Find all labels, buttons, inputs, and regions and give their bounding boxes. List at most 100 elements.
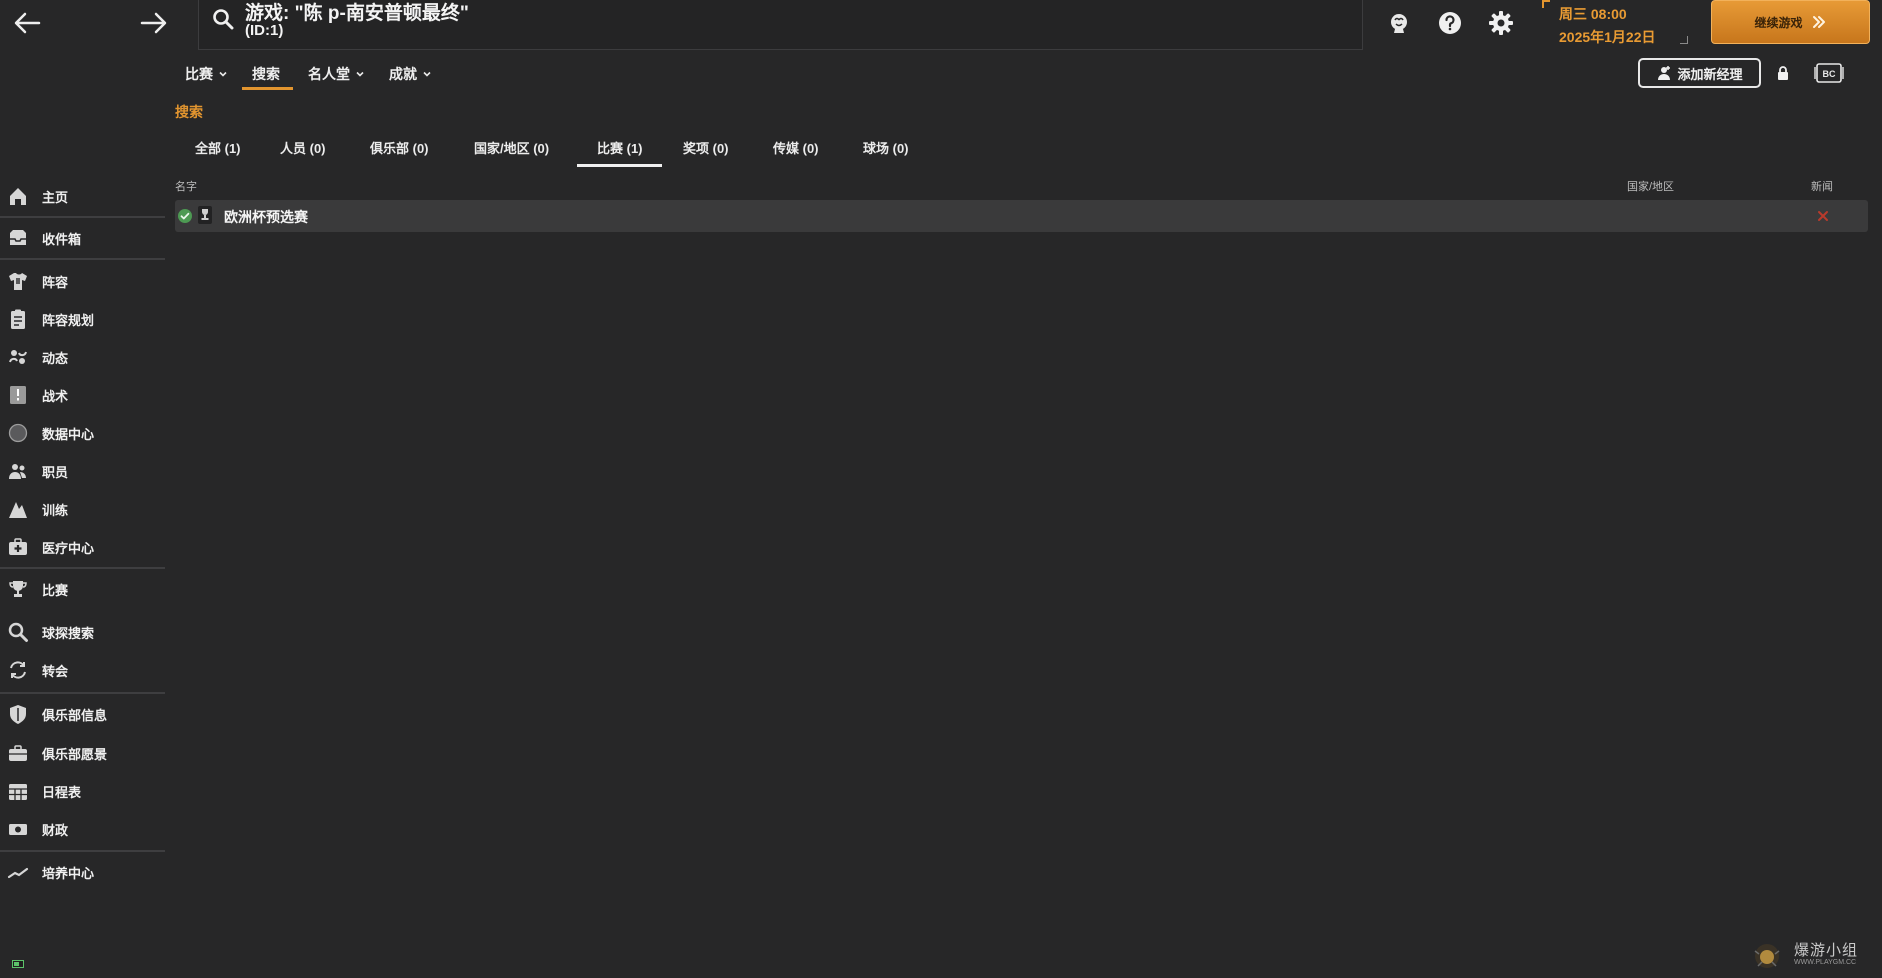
sidebar-item-finances[interactable]: 财政 (0, 811, 165, 847)
competition-trophy-icon (197, 205, 213, 225)
sidebar-item-label: 战术 (42, 388, 69, 404)
menu-hall-of-fame[interactable]: 名人堂 (308, 64, 365, 84)
game-date-display[interactable]: 周三 08:00 2025年1月22日 (1540, 0, 1690, 46)
column-header-name[interactable]: 名字 (175, 178, 197, 194)
sidebar-item-development-centre[interactable]: 培养中心 (0, 854, 165, 890)
tab-people[interactable]: 人员 (0) (280, 138, 326, 157)
red-x-icon[interactable] (1817, 210, 1829, 222)
game-time: 周三 08:00 (1559, 6, 1627, 22)
menu-matches[interactable]: 比赛 (185, 64, 228, 84)
menu-achievements[interactable]: 成就 (389, 64, 432, 84)
sidebar-item-data-hub[interactable]: 数据中心 (0, 415, 165, 451)
gear-icon[interactable] (1488, 10, 1514, 36)
sidebar-item-scouting[interactable]: 球探搜索 (0, 614, 165, 650)
bc-screen-icon[interactable]: BC (1814, 61, 1844, 85)
competition-name[interactable]: 欧洲杯预选赛 (224, 207, 308, 227)
menu-search-label: 搜索 (252, 66, 280, 82)
sidebar-item-home[interactable]: 主页 (0, 178, 165, 214)
search-icon (212, 8, 234, 30)
sidebar-item-label: 阵容 (42, 274, 69, 290)
dynamics-icon (7, 346, 29, 368)
calendar-icon (7, 780, 29, 802)
tactics-icon (7, 384, 29, 406)
history-navigation (0, 0, 167, 46)
training-icon (7, 498, 29, 520)
back-arrow-icon[interactable] (12, 10, 42, 36)
date-corner-decoration (1542, 0, 1550, 8)
sidebar-item-label: 比赛 (42, 582, 69, 598)
status-indicator-icon[interactable] (12, 960, 24, 968)
sidebar-item-squad-planner[interactable]: 阵容规划 (0, 301, 165, 337)
tab-all[interactable]: 全部 (1) (195, 138, 241, 157)
sidebar-item-label: 职员 (42, 464, 69, 480)
shield-icon (7, 703, 29, 725)
sidebar-item-label: 训练 (42, 502, 69, 518)
sidebar-item-label: 主页 (42, 189, 69, 205)
sidebar-item-label: 俱乐部信息 (42, 707, 108, 723)
sidebar-item-inbox[interactable]: 收件箱 (0, 220, 165, 256)
continue-game-label: 继续游戏 (1754, 15, 1803, 30)
watermark-logo-icon (1752, 941, 1782, 971)
tab-active-indicator (577, 164, 662, 167)
assistant-brain-icon[interactable] (1386, 10, 1412, 36)
tab-competitions[interactable]: 比赛 (1) (597, 138, 643, 157)
double-chevron-right-icon (1811, 14, 1827, 30)
menu-active-indicator (242, 87, 293, 90)
home-icon (7, 185, 29, 207)
sidebar-item-label: 日程表 (42, 784, 82, 800)
sidebar-item-schedule[interactable]: 日程表 (0, 773, 165, 809)
transfer-icon (7, 659, 29, 681)
sidebar-item-label: 收件箱 (42, 231, 82, 247)
add-new-manager-button[interactable]: 添加新经理 (1638, 58, 1761, 88)
tab-awards[interactable]: 奖项 (0) (683, 138, 729, 157)
sidebar-item-label: 医疗中心 (42, 540, 95, 556)
sidebar-item-label: 转会 (42, 663, 69, 679)
sidebar-item-medical[interactable]: 医疗中心 (0, 529, 165, 565)
forward-arrow-icon[interactable] (139, 10, 169, 36)
sidebar-item-label: 俱乐部愿景 (42, 746, 108, 762)
chevron-down-icon (422, 69, 432, 79)
continue-game-button[interactable]: 继续游戏 (1711, 0, 1870, 44)
data-hub-icon (7, 422, 29, 444)
game-date: 2025年1月22日 (1559, 29, 1656, 45)
sidebar-divider (0, 692, 165, 694)
sidebar-item-club-vision[interactable]: 俱乐部愿景 (0, 735, 165, 771)
column-header-nation[interactable]: 国家/地区 (1627, 178, 1674, 194)
help-icon[interactable] (1437, 10, 1463, 36)
sidebar-item-dynamics[interactable]: 动态 (0, 339, 165, 375)
sidebar-item-tactics[interactable]: 战术 (0, 377, 165, 413)
sidebar-item-club-info[interactable]: 俱乐部信息 (0, 696, 165, 732)
sidebar-item-transfers[interactable]: 转会 (0, 652, 165, 688)
date-corner-decoration (1680, 36, 1688, 44)
watermark-url: WWW.PLAYGM.CC (1794, 959, 1857, 966)
sidebar-item-training[interactable]: 训练 (0, 491, 165, 527)
sidebar-item-label: 培养中心 (42, 865, 95, 881)
chevron-down-icon (218, 69, 228, 79)
sidebar-item-squad[interactable]: 阵容 (0, 263, 165, 299)
tab-stadiums[interactable]: 球场 (0) (863, 138, 909, 157)
sidebar-item-competitions[interactable]: 比赛 (0, 571, 165, 607)
watermark-text: 爆游小组 (1794, 941, 1859, 959)
staff-icon (7, 460, 29, 482)
sidebar-item-label: 数据中心 (42, 426, 95, 442)
tab-media[interactable]: 传媒 (0) (773, 138, 819, 157)
svg-text:BC: BC (1823, 69, 1836, 79)
menu-hall-of-fame-label: 名人堂 (308, 66, 350, 82)
trophy-icon (7, 578, 29, 600)
column-header-news[interactable]: 新闻 (1811, 178, 1833, 194)
briefcase-icon (7, 742, 29, 764)
lock-icon[interactable] (1775, 65, 1791, 81)
search-header[interactable]: 游戏: "陈 p-南安普顿最终" (ID:1) (198, 0, 1363, 50)
table-row[interactable]: 欧洲杯预选赛 (175, 200, 1868, 232)
tab-clubs[interactable]: 俱乐部 (0) (370, 138, 429, 157)
sidebar-item-label: 阵容规划 (42, 312, 95, 328)
sidebar-divider (0, 850, 165, 852)
search-query-id: (ID:1) (245, 22, 284, 39)
menu-search[interactable]: 搜索 (252, 64, 280, 84)
inbox-icon (7, 227, 29, 249)
tab-nations[interactable]: 国家/地区 (0) (474, 138, 549, 157)
sidebar-item-staff[interactable]: 职员 (0, 453, 165, 489)
sidebar-item-label: 财政 (42, 822, 69, 838)
page-title: 搜索 (175, 104, 203, 120)
shirt-icon (7, 270, 29, 292)
